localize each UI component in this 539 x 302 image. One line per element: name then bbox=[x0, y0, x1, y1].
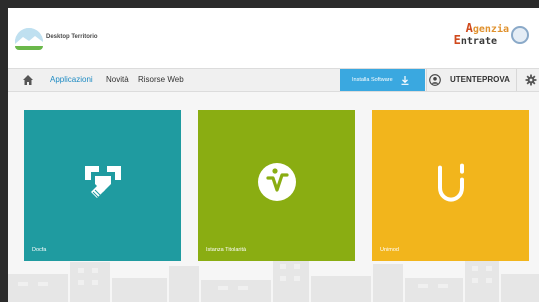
nav-applicazioni[interactable]: Applicazioni bbox=[50, 75, 93, 84]
app-grid: Docfa Istanza Titolarità Unimod bbox=[8, 92, 539, 302]
desktop-territorio-logo bbox=[15, 28, 43, 50]
app-window: Desktop Territorio Agenzia Entrate Appli… bbox=[8, 8, 539, 302]
user-icon[interactable] bbox=[429, 74, 441, 86]
home-icon[interactable] bbox=[22, 74, 34, 86]
emblem-icon bbox=[511, 26, 529, 44]
tile-istanza-titolarita[interactable]: Istanza Titolarità bbox=[198, 110, 355, 261]
nav-novita[interactable]: Novità bbox=[106, 75, 129, 84]
divider bbox=[516, 69, 517, 91]
tile-label: Istanza Titolarità bbox=[206, 247, 247, 253]
voltura-icon bbox=[257, 162, 296, 201]
tile-docfa[interactable]: Docfa bbox=[24, 110, 181, 261]
nav-risorse-web[interactable]: Risorse Web bbox=[138, 75, 184, 84]
main-nav: Applicazioni Novità Risorse Web Installa… bbox=[8, 68, 539, 92]
tile-label: Unimod bbox=[380, 247, 399, 253]
divider bbox=[426, 69, 427, 91]
install-software-button[interactable]: Installa Software bbox=[340, 69, 425, 91]
username[interactable]: UTENTEPROVA bbox=[450, 75, 510, 84]
unimod-icon bbox=[437, 163, 464, 202]
tile-label: Docfa bbox=[32, 247, 47, 253]
install-software-label: Installa Software bbox=[352, 77, 393, 83]
app-title: Desktop Territorio bbox=[46, 34, 98, 40]
agenzia-entrate-logo: Agenzia Entrate bbox=[454, 20, 529, 50]
download-icon bbox=[401, 75, 409, 85]
tile-unimod[interactable]: Unimod bbox=[372, 110, 529, 261]
header: Desktop Territorio Agenzia Entrate bbox=[8, 8, 539, 68]
gear-icon[interactable] bbox=[525, 74, 537, 86]
docfa-icon bbox=[84, 165, 121, 198]
